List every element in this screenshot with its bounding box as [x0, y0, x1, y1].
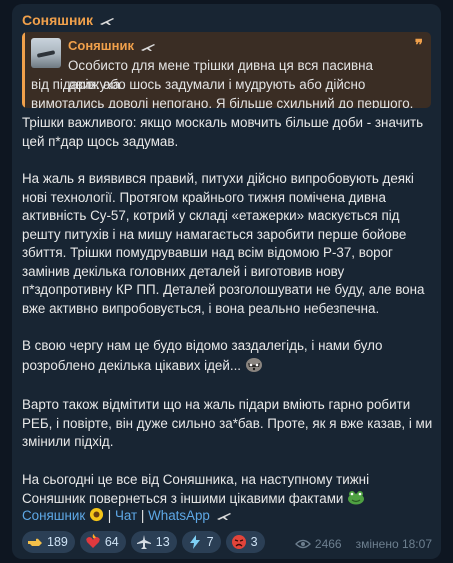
hand-pointing-icon	[28, 538, 42, 546]
reaction-plane[interactable]: 13	[130, 531, 177, 553]
reaction-heart-fire[interactable]: 64	[79, 531, 126, 553]
plane-icon	[99, 18, 114, 26]
reply-author: Соняшник	[68, 38, 156, 53]
link-separator: |	[107, 508, 112, 523]
reply-line-2: від підарів: або шось задумали і мудруют…	[31, 77, 366, 92]
paragraph-ideas-text: В свою чергу нам це будо відомо заздалег…	[22, 338, 383, 373]
eye-icon	[294, 539, 311, 549]
plane-icon	[140, 43, 155, 51]
angry-face-icon	[231, 535, 246, 549]
reaction-hand[interactable]: 189	[22, 531, 75, 553]
reactions-bar: 189 64 13 7 3	[22, 531, 265, 553]
paragraph-reb: Варто також відмітити що на жаль підари …	[22, 397, 433, 449]
quote-icon: ❞	[414, 37, 423, 54]
reaction-count: 7	[206, 535, 214, 549]
reply-thumbnail	[31, 38, 61, 68]
footer-links: Соняшник | Чат | WhatsApp	[22, 507, 232, 525]
heart-on-fire-icon	[86, 534, 100, 548]
reply-text: Особисто для мене трішки дивна ця вся па…	[31, 56, 428, 108]
paragraph-closing-text: На сьогодні це все від Соняшника, на нас…	[22, 471, 370, 507]
edited-time: змінено 18:07	[355, 537, 432, 551]
channel-name-text: Соняшник	[22, 12, 94, 28]
lightning-icon	[189, 535, 200, 549]
plane-icon	[216, 513, 231, 521]
reaction-count: 3	[250, 535, 258, 549]
link-separator: |	[140, 508, 145, 523]
frog-emoji-icon	[347, 489, 365, 511]
reaction-count: 13	[155, 535, 170, 549]
reaction-count: 189	[47, 535, 68, 549]
paragraph-ideas: В свою чергу нам це будо відомо заздалег…	[22, 337, 434, 377]
chat-link[interactable]: Чат	[115, 508, 137, 523]
reaction-lightning[interactable]: 7	[181, 531, 221, 553]
message-body: Трішки важливого: якщо москаль мовчить б…	[22, 114, 434, 530]
sunflower-icon	[89, 507, 104, 525]
raccoon-emoji-icon	[245, 356, 263, 378]
channel-link[interactable]: Соняшник	[22, 508, 85, 523]
view-count: 2466	[314, 537, 342, 551]
paragraph-tech: На жаль я виявився правий, питухи дійсно…	[22, 171, 425, 316]
reaction-angry[interactable]: 3	[225, 531, 265, 553]
reply-author-text: Соняшник	[68, 38, 134, 53]
paragraph-intro: Трішки важливого: якщо москаль мовчить б…	[22, 115, 424, 149]
reply-preview[interactable]: Соняшник ❞ Особисто для мене трішки дивн…	[22, 32, 431, 108]
channel-name[interactable]: Соняшник	[22, 12, 115, 28]
message-bubble: Соняшник Соняшник ❞ Особисто для мене тр…	[12, 4, 441, 559]
whatsapp-link[interactable]: WhatsApp	[148, 508, 210, 523]
message-meta: 2466 змінено 18:07	[294, 537, 432, 551]
reply-line-3: вимотались доволі непогано. Я більше схи…	[31, 96, 414, 108]
reaction-count: 64	[104, 535, 119, 549]
plane-icon	[136, 535, 151, 549]
paragraph-closing: На сьогодні це все від Соняшника, на нас…	[22, 471, 434, 511]
reply-accent-bar	[22, 32, 25, 108]
